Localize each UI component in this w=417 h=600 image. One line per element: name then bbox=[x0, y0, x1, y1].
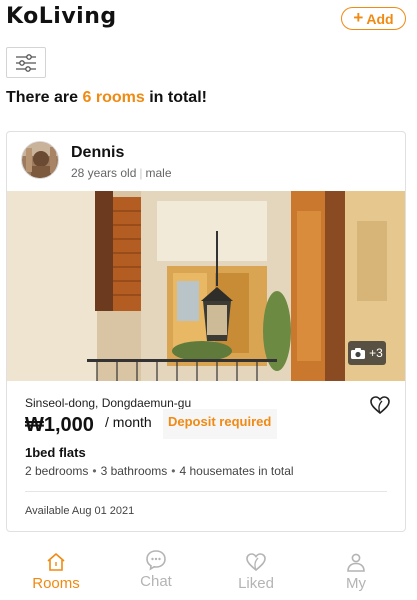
sliders-icon bbox=[16, 53, 36, 72]
flat-details: 2 bedrooms • 3 bathrooms • 4 housemates in t… bbox=[25, 464, 294, 478]
chat-bubble-icon bbox=[146, 550, 166, 571]
filter-button[interactable] bbox=[6, 47, 46, 78]
person-icon bbox=[347, 553, 365, 572]
housemates: 4 housemates in total bbox=[179, 464, 294, 478]
room-price: ₩1,000 bbox=[25, 414, 94, 436]
meta-divider: | bbox=[139, 166, 143, 180]
bullet: • bbox=[92, 464, 97, 478]
host-meta: 28 years old | male bbox=[71, 166, 172, 180]
heart-icon bbox=[246, 553, 266, 572]
bottom-tab-bar: Rooms Chat Liked My bbox=[0, 540, 417, 600]
tab-chat[interactable]: Chat bbox=[106, 540, 206, 600]
room-photo[interactable] bbox=[7, 191, 405, 381]
app-logo: KoLiving bbox=[6, 4, 117, 29]
bedrooms: 2 bedrooms bbox=[25, 464, 89, 478]
host-name: Dennis bbox=[71, 144, 125, 161]
host-gender: male bbox=[145, 166, 172, 180]
heart-icon[interactable] bbox=[369, 394, 391, 416]
plus-icon: + bbox=[353, 8, 364, 27]
tab-my[interactable]: My bbox=[306, 540, 406, 600]
camera-icon bbox=[351, 347, 366, 359]
bullet: • bbox=[171, 464, 176, 478]
tab-label: Rooms bbox=[32, 575, 80, 592]
host-info: Dennis 28 years old | male bbox=[7, 132, 405, 191]
room-count: 6 rooms bbox=[82, 89, 145, 106]
bathrooms: 3 bathrooms bbox=[100, 464, 168, 478]
available-date: Available Aug 01 2021 bbox=[25, 505, 135, 517]
photo-count-label: +3 bbox=[369, 346, 383, 360]
tab-label: Chat bbox=[140, 573, 172, 590]
avatar[interactable] bbox=[21, 141, 59, 179]
home-icon bbox=[47, 553, 65, 571]
tab-rooms[interactable]: Rooms bbox=[6, 540, 106, 600]
host-age: 28 years old bbox=[71, 166, 137, 180]
room-info: Sinseol-dong, Dongdaemun-gu ₩1,000 / mon… bbox=[7, 381, 405, 531]
room-address: Sinseol-dong, Dongdaemun-gu bbox=[25, 396, 192, 410]
photo-count-badge[interactable]: +3 bbox=[348, 341, 386, 365]
divider bbox=[25, 491, 387, 492]
add-room-button[interactable]: + Add bbox=[341, 7, 406, 30]
tab-liked[interactable]: Liked bbox=[206, 540, 306, 600]
count-prefix: There are bbox=[6, 89, 79, 106]
tab-label: Liked bbox=[238, 575, 274, 592]
room-card[interactable]: Dennis 28 years old | male +3 Sinseol-do… bbox=[6, 131, 406, 532]
deposit-badge: Deposit required bbox=[163, 409, 277, 439]
flat-type: 1bed flats bbox=[25, 445, 86, 460]
price-period: / month bbox=[105, 414, 152, 430]
count-suffix: in total! bbox=[149, 89, 207, 106]
add-button-label: Add bbox=[366, 10, 394, 27]
app-header: KoLiving + Add bbox=[0, 0, 417, 40]
tab-label: My bbox=[346, 575, 366, 592]
room-count-text: There are 6 rooms in total! bbox=[6, 89, 207, 107]
